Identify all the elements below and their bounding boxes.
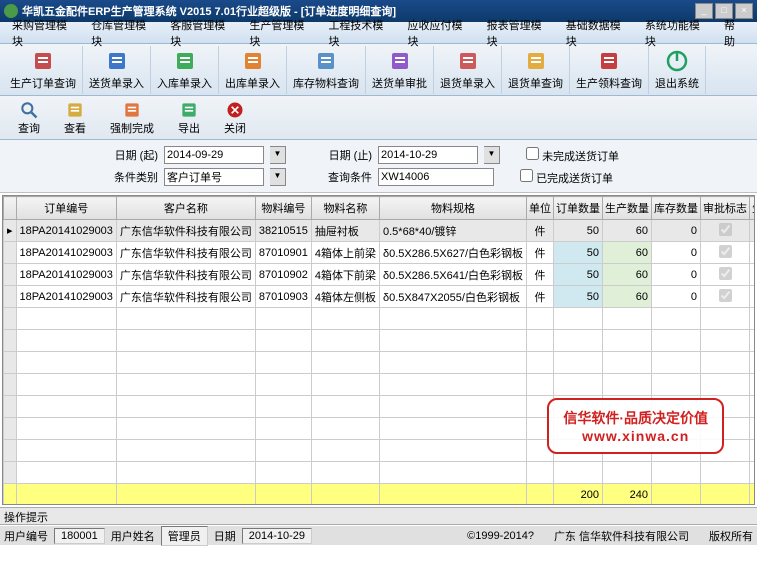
- date-from-input[interactable]: [164, 146, 264, 164]
- column-header[interactable]: 生产数量: [603, 197, 652, 220]
- mat-icon: [597, 49, 621, 73]
- toolbar-pdf-button[interactable]: 生产订单查询: [4, 46, 83, 94]
- unfinished-checkbox-label[interactable]: 未完成送货订单: [526, 147, 619, 164]
- data-grid-container: 订单编号客户名称物料编号物料名称物料规格单位订单数量生产数量库存数量审批标志生成…: [2, 195, 755, 505]
- column-header[interactable]: 订单编号: [16, 197, 116, 220]
- action-search-button[interactable]: 查询: [8, 98, 50, 138]
- cond-type-label: 条件类别: [8, 169, 158, 185]
- date-from-label: 日期 (起): [8, 147, 158, 163]
- close-icon: [225, 100, 245, 120]
- generate-flag: [750, 286, 755, 308]
- date-from-dropdown-icon[interactable]: ▼: [270, 146, 286, 164]
- action-force-button[interactable]: 强制完成: [100, 98, 164, 138]
- toolbar-retq-button[interactable]: 退货单查询: [502, 46, 570, 94]
- company: 广东 信华软件科技有限公司: [554, 528, 689, 544]
- generate-flag: [750, 242, 755, 264]
- column-header[interactable]: 物料编号: [255, 197, 311, 220]
- table-row[interactable]: ▸ 18PA20141029003 广东信华软件科技有限公司 38210515 …: [4, 220, 756, 242]
- row-selector[interactable]: [4, 286, 17, 308]
- hint-bar: 操作提示: [0, 507, 757, 525]
- return-icon: [456, 49, 480, 73]
- generate-flag: [750, 220, 755, 242]
- toolbar-out-button[interactable]: 出库单录入: [219, 46, 287, 94]
- menu-bar: 采购管理模块仓库管理模块客服管理模块生产管理模块工程技术模块应收应付模块报表管理…: [0, 22, 757, 44]
- cond-value-input[interactable]: [378, 168, 494, 186]
- view-icon: [65, 100, 85, 120]
- cond-value-label: 查询条件: [312, 169, 372, 185]
- action-bar: 查询查看强制完成导出关闭: [0, 96, 757, 140]
- table-row-empty: [4, 330, 756, 352]
- action-export-button[interactable]: 导出: [168, 98, 210, 138]
- main-toolbar: 生产订单查询送货单录入入库单录入出库单录入库存物料查询送货单审批退货单录入退货单…: [0, 44, 757, 96]
- approve-flag: [701, 220, 750, 242]
- cond-type-dropdown-icon[interactable]: ▼: [270, 168, 286, 186]
- copyright: ©1999-2014?: [467, 530, 534, 542]
- status-bar: 用户编号 180001 用户姓名 管理员 日期 2014-10-29 ©1999…: [0, 525, 757, 545]
- table-row-empty: [4, 462, 756, 484]
- finished-checkbox[interactable]: [520, 169, 533, 182]
- toolbar-in-button[interactable]: 入库单录入: [151, 46, 219, 94]
- table-row-empty: [4, 352, 756, 374]
- approve-flag: [701, 264, 750, 286]
- approve-icon: [388, 49, 412, 73]
- date-to-input[interactable]: [378, 146, 478, 164]
- toolbar-stock-button[interactable]: 库存物料查询: [287, 46, 366, 94]
- column-header[interactable]: 物料名称: [311, 197, 379, 220]
- totals-row: 200 240 60 0: [4, 484, 756, 506]
- user-name-label: 用户姓名: [111, 528, 155, 544]
- approve-flag: [701, 286, 750, 308]
- user-name-value: 管理员: [161, 526, 208, 546]
- pdf-icon: [31, 49, 55, 73]
- column-header[interactable]: 物料规格: [380, 197, 527, 220]
- row-selector[interactable]: ▸: [4, 220, 17, 242]
- column-header[interactable]: 生成标志: [750, 197, 755, 220]
- finished-checkbox-label[interactable]: 已完成送货订单: [520, 169, 613, 186]
- table-row-empty: [4, 374, 756, 396]
- column-header[interactable]: 单位: [527, 197, 554, 220]
- column-header[interactable]: 订单数量: [554, 197, 603, 220]
- status-date-value: 2014-10-29: [242, 528, 312, 544]
- action-close-button[interactable]: 关闭: [214, 98, 256, 138]
- out-icon: [241, 49, 265, 73]
- column-header[interactable]: 库存数量: [652, 197, 701, 220]
- toolbar-exit-button[interactable]: 退出系统: [649, 46, 706, 94]
- table-row[interactable]: 18PA20141029003 广东信华软件科技有限公司 87010903 4箱…: [4, 286, 756, 308]
- filter-panel: 日期 (起) ▼ 日期 (止) ▼ 未完成送货订单 条件类别 ▼ 查询条件 已完…: [0, 140, 757, 193]
- deliver-icon: [105, 49, 129, 73]
- rights: 版权所有: [709, 528, 753, 544]
- cond-type-select[interactable]: [164, 168, 264, 186]
- toolbar-return-button[interactable]: 退货单录入: [434, 46, 502, 94]
- action-view-button[interactable]: 查看: [54, 98, 96, 138]
- toolbar-mat-button[interactable]: 生产领料查询: [570, 46, 649, 94]
- toolbar-deliver-button[interactable]: 送货单录入: [83, 46, 151, 94]
- search-icon: [19, 100, 39, 120]
- row-selector[interactable]: [4, 242, 17, 264]
- menu-item[interactable]: 帮助: [716, 15, 753, 51]
- date-to-dropdown-icon[interactable]: ▼: [484, 146, 500, 164]
- table-row[interactable]: 18PA20141029003 广东信华软件科技有限公司 87010901 4箱…: [4, 242, 756, 264]
- column-header[interactable]: 审批标志: [701, 197, 750, 220]
- export-icon: [179, 100, 199, 120]
- force-icon: [122, 100, 142, 120]
- unfinished-checkbox[interactable]: [526, 147, 539, 160]
- retq-icon: [524, 49, 548, 73]
- date-to-label: 日期 (止): [312, 147, 372, 163]
- generate-flag: [750, 264, 755, 286]
- approve-flag: [701, 242, 750, 264]
- user-id-label: 用户编号: [4, 528, 48, 544]
- row-selector[interactable]: [4, 264, 17, 286]
- toolbar-approve-button[interactable]: 送货单审批: [366, 46, 434, 94]
- column-header[interactable]: 客户名称: [116, 197, 255, 220]
- data-grid[interactable]: 订单编号客户名称物料编号物料名称物料规格单位订单数量生产数量库存数量审批标志生成…: [3, 196, 755, 505]
- in-icon: [173, 49, 197, 73]
- status-date-label: 日期: [214, 528, 236, 544]
- table-row-empty: [4, 308, 756, 330]
- exit-icon: [665, 49, 689, 73]
- table-row[interactable]: 18PA20141029003 广东信华软件科技有限公司 87010902 4箱…: [4, 264, 756, 286]
- watermark: 信华软件·品质决定价值 www.xinwa.cn: [547, 398, 724, 454]
- stock-icon: [314, 49, 338, 73]
- row-selector-header: [4, 197, 17, 220]
- user-id-value: 180001: [54, 528, 105, 544]
